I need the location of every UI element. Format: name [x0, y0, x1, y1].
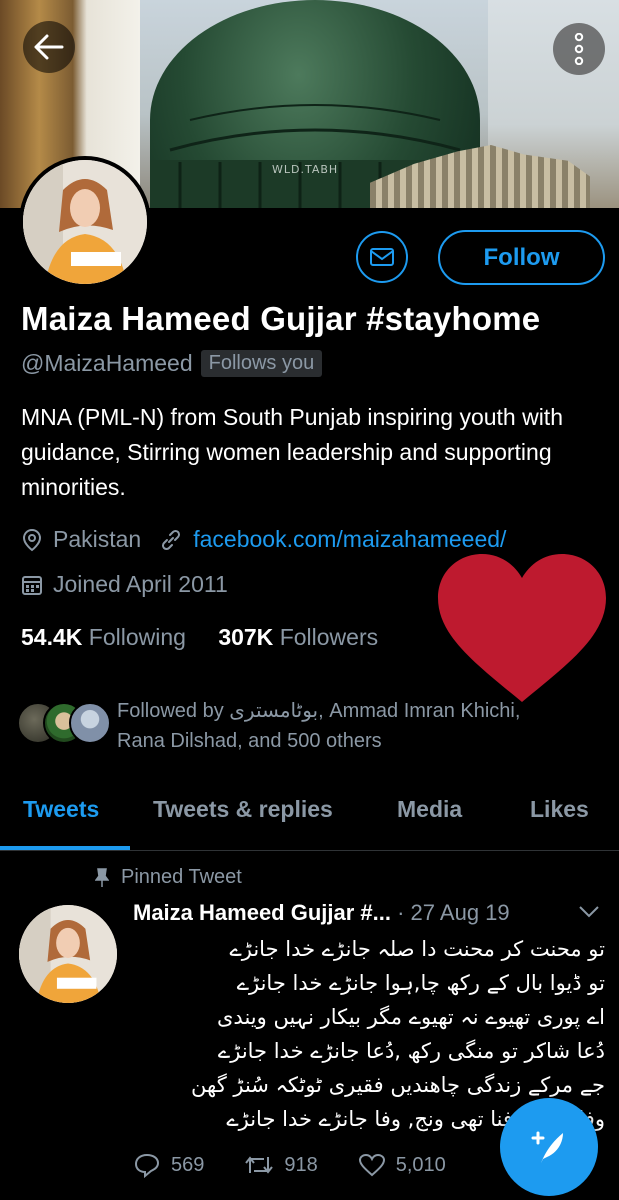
retweet-count: 918 [284, 1153, 318, 1176]
pinned-label: Pinned Tweet [121, 866, 242, 888]
tab-tweets-replies[interactable]: Tweets & replies [153, 796, 333, 823]
profile-joined: Joined April 2011 [53, 571, 228, 597]
compose-feather-icon [531, 1131, 563, 1163]
tweet-actions: 569 918 5,010 [133, 1152, 486, 1178]
tab-media[interactable]: Media [397, 796, 462, 823]
back-button[interactable] [23, 21, 75, 73]
location-website-row: Pakistan facebook.com/maizahameeed/ [21, 526, 506, 553]
profile-name: Maiza Hameed Gujjar #stayhome [21, 300, 541, 337]
retweet-icon [245, 1156, 274, 1174]
like-count: 5,010 [395, 1153, 446, 1176]
like-button[interactable]: 5,010 [358, 1152, 446, 1178]
tweet-header: Maiza Hameed Gujjar #... · 27 Aug 19 [133, 900, 510, 926]
tweet-line: تو محنت کر محنت دا صلہ جانڑے خدا جانڑے [229, 937, 605, 961]
chevron-down-icon[interactable] [578, 905, 600, 919]
banner-watermark: WLD.TABH [272, 163, 339, 176]
follower-avatar [69, 702, 111, 744]
arrow-left-icon [34, 34, 64, 60]
message-button[interactable] [356, 231, 408, 283]
profile-avatar[interactable] [19, 156, 151, 288]
more-options-button[interactable] [553, 23, 605, 75]
handle-row: @MaizaHameed Follows you [21, 350, 323, 377]
profile-stats: 54.4K Following 307K Followers [21, 624, 378, 651]
reply-button[interactable]: 569 [133, 1152, 204, 1178]
more-vertical-icon [574, 33, 584, 65]
followed-by-text[interactable]: Followed by بوٹامستری, Ammad Imran Khich… [117, 696, 587, 756]
followers-stat[interactable]: 307K Followers [218, 624, 378, 650]
following-label: Following [88, 624, 186, 650]
tweet-line: دُعا شاکر تو منگی رکھ ,دُعا جانڑے خدا جا… [217, 1039, 605, 1063]
pinned-label-row: Pinned Tweet [95, 866, 242, 889]
link-icon [162, 529, 181, 550]
follow-button[interactable]: Follow [438, 230, 605, 285]
reply-count: 569 [171, 1153, 205, 1176]
retweet-button[interactable]: 918 [244, 1152, 318, 1178]
followed-by-avatars[interactable] [17, 702, 111, 744]
joined-row: Joined April 2011 [21, 571, 228, 598]
tweet-avatar[interactable] [19, 905, 117, 1003]
following-count: 54.4K [21, 624, 83, 650]
profile-bio: MNA (PML-N) from South Punjab inspiring … [21, 404, 563, 500]
profile-tabs: Tweets Tweets & replies Media Likes [0, 780, 619, 851]
envelope-icon [370, 248, 394, 266]
tweet-line: تو ڈیوا بال کے رکھ چا,ہوا جانڑے خدا جانڑ… [236, 971, 605, 995]
location-pin-icon [22, 528, 42, 551]
following-stat[interactable]: 54.4K Following [21, 624, 186, 650]
tab-likes[interactable]: Likes [530, 796, 589, 823]
heart-icon [358, 1153, 385, 1177]
followed-by-line1: Followed by بوٹامستری, Ammad Imran Khich… [117, 700, 521, 722]
profile-website-link[interactable]: facebook.com/maizahameeed/ [193, 526, 506, 553]
tab-tweets[interactable]: Tweets [23, 796, 99, 823]
followers-count: 307K [218, 624, 274, 650]
tweet-line: جے مرکے زندگی چاھندیں فقیری ٹوٹکہ سُنڑ گ… [191, 1073, 605, 1097]
follows-you-badge: Follows you [200, 350, 323, 377]
active-tab-indicator [0, 846, 130, 850]
profile-location: Pakistan [53, 526, 142, 552]
pin-icon [95, 867, 109, 887]
heart-sticker-icon [438, 554, 606, 702]
calendar-icon [22, 575, 42, 595]
tweet-author[interactable]: Maiza Hameed Gujjar #... [133, 900, 391, 925]
followers-label: Followers [279, 624, 379, 650]
profile-handle: @MaizaHameed [21, 350, 193, 376]
tweet-date: · 27 Aug 19 [397, 900, 510, 925]
tweet-line: اے پوری تھیوے نہ تھیوے مگر بیکار نہیں وی… [217, 1005, 605, 1029]
reply-icon [134, 1153, 160, 1178]
compose-tweet-button[interactable] [500, 1098, 598, 1196]
followed-by-line2: Rana Dilshad, and 500 others [117, 730, 382, 752]
